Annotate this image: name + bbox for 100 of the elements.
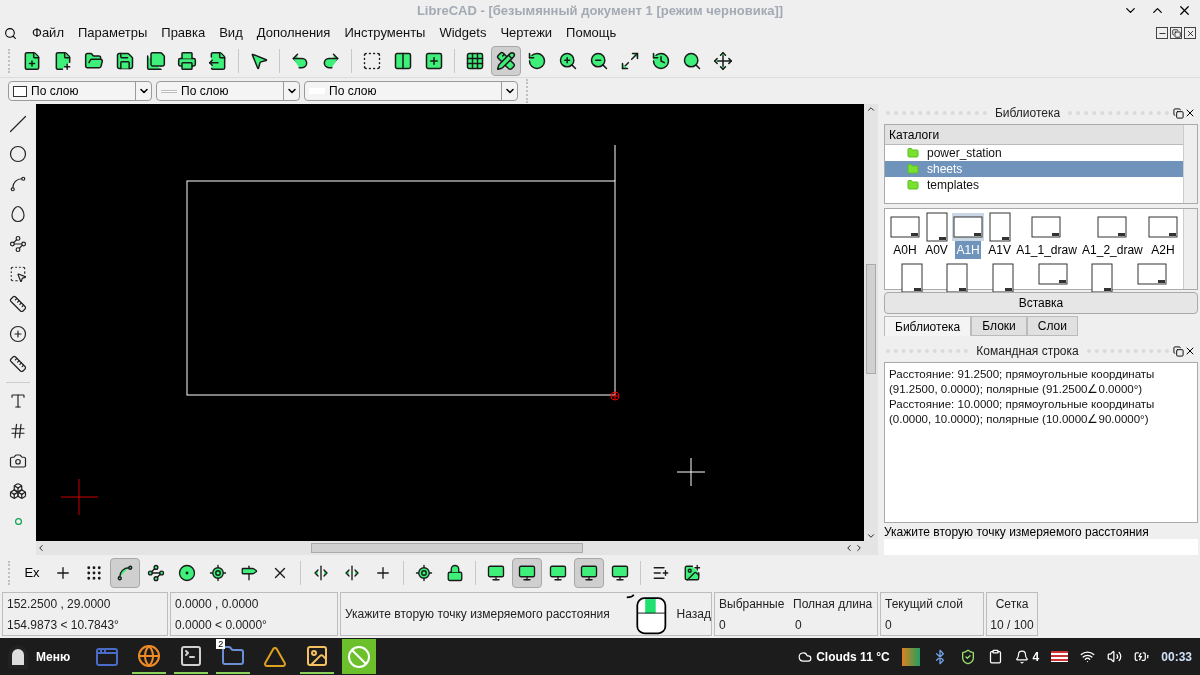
sheet-thumbnail[interactable] [1031, 216, 1062, 238]
shield-check-icon[interactable] [959, 648, 976, 665]
menu-item[interactable]: Файл [25, 23, 71, 43]
insert-button[interactable]: Вставка [884, 292, 1198, 314]
close-icon [1185, 28, 1195, 38]
terminal-icon [179, 643, 204, 668]
file-plus-icon [22, 50, 42, 71]
toolbar-button[interactable] [491, 45, 521, 76]
toolbar-button[interactable] [512, 557, 542, 588]
sheet-item[interactable]: A1_2_draw [1081, 213, 1144, 259]
scroll-left-icon[interactable] [36, 543, 46, 553]
status-text: 152.2500 , 29.0000 [7, 595, 112, 613]
scroll-up-icon[interactable] [866, 104, 876, 114]
wifi-icon[interactable] [1080, 649, 1096, 664]
menu-item[interactable]: Помощь [559, 23, 624, 43]
triangle-icon [263, 644, 288, 669]
pen-combobox[interactable]: По слою [156, 81, 300, 101]
dock-tab[interactable]: Библиотека [884, 316, 972, 336]
document-search-icon[interactable] [4, 26, 17, 40]
dock-tab[interactable]: Слои [1026, 316, 1078, 336]
spline-icon [116, 563, 134, 582]
dock-tab[interactable]: Блоки [971, 316, 1027, 336]
clock[interactable]: 00:33 [1161, 647, 1192, 666]
sheet-item[interactable]: A0H [889, 213, 921, 259]
toolbar-button[interactable] [110, 557, 140, 588]
close-icon[interactable] [1177, 3, 1192, 18]
mdi-button[interactable] [1156, 27, 1168, 39]
colorful-app-icon[interactable] [901, 647, 920, 666]
sheet-thumbnail[interactable] [925, 212, 948, 242]
flag-icon[interactable] [1051, 651, 1069, 662]
sheet-item[interactable]: A0V [924, 213, 949, 259]
float-icon[interactable] [1173, 107, 1184, 119]
taskbar-app[interactable] [342, 639, 377, 674]
menu-item[interactable]: Дополнения [249, 23, 338, 43]
rotate-icon [527, 50, 547, 71]
sheet-thumbnail[interactable] [890, 216, 920, 238]
menu-item[interactable]: Правка [154, 23, 213, 43]
command-log-line: Расстояние: 10.0000; прямоугольные координаты (0.0000, 10.0000); полярные (10.0000∠90.0000°) [889, 397, 1156, 427]
vertical-line-icon [343, 563, 361, 582]
list-scrollbar[interactable] [1183, 209, 1197, 289]
close-icon[interactable] [1184, 345, 1196, 357]
sheet-thumbnail[interactable] [900, 263, 923, 293]
vertical-scrollbar[interactable] [864, 104, 878, 541]
maximize-icon [620, 50, 640, 71]
sheet-item[interactable]: A1V [987, 213, 1012, 259]
search-icon [682, 50, 702, 71]
mdi-button[interactable] [1184, 27, 1196, 39]
circle-plus-icon [9, 325, 27, 343]
menu-item[interactable]: Параметры [70, 23, 155, 43]
image-plus-icon [683, 563, 701, 582]
file-plus-icon [53, 50, 73, 71]
printer-icon [177, 50, 197, 71]
close-icon[interactable] [1184, 107, 1196, 119]
sheet-item[interactable]: A1_1_draw [1015, 213, 1078, 259]
toolbar-button[interactable] [574, 557, 604, 588]
pen-combobox[interactable]: По слою [8, 81, 152, 101]
menu-item[interactable]: Инструменты [337, 23, 433, 43]
menu-label[interactable]: Меню [36, 647, 71, 666]
folder-item[interactable]: templates [885, 177, 1183, 193]
scroll-left-icon[interactable] [844, 543, 854, 553]
sheet-thumbnail[interactable] [988, 212, 1011, 242]
menu-item[interactable]: Вид [212, 23, 250, 43]
horizontal-scrollbar[interactable] [36, 541, 878, 555]
save-icon [115, 50, 135, 71]
sheet-thumbnail[interactable] [1037, 263, 1068, 285]
exclusive-snap-button[interactable]: Ex [17, 557, 47, 588]
status-text: 0 [719, 616, 727, 634]
notification-icon[interactable] [1014, 649, 1029, 664]
pen-combobox[interactable]: По слою [304, 81, 518, 101]
sheet-thumbnail[interactable] [1097, 216, 1128, 238]
sheet-thumbnail[interactable] [1091, 263, 1114, 293]
dock-title: Библиотека [993, 105, 1062, 122]
status-text: Текущий слой [885, 595, 964, 613]
scrollbar-thumb[interactable] [311, 543, 583, 553]
folder-item[interactable]: power_station [885, 145, 1183, 161]
clipboard-icon[interactable] [987, 649, 1003, 664]
taskbar-app[interactable]: 2 [216, 639, 251, 674]
sheet-item[interactable]: A2H [1146, 213, 1179, 259]
folder-icon [907, 179, 919, 191]
folder-icon [907, 147, 919, 159]
sheet-thumbnail[interactable] [946, 263, 969, 293]
status-text: 0 [795, 616, 802, 634]
sheet-thumbnail[interactable] [953, 216, 984, 238]
status-text: Выбранные [719, 595, 786, 613]
sheet-thumbnail[interactable] [1137, 263, 1168, 285]
scroll-right-icon[interactable] [854, 543, 864, 553]
scroll-down-icon[interactable] [866, 531, 876, 541]
scrollbar-thumb[interactable] [866, 264, 876, 374]
command-log-line: Расстояние: 91.2500; прямоугольные координаты (91.2500, 0.0000); полярные (91.2500∠0.0000°) [889, 367, 1156, 397]
mdi-button[interactable] [1170, 27, 1182, 39]
color-swatch [13, 85, 27, 97]
sheet-thumbnail[interactable] [992, 263, 1015, 293]
list-scrollbar[interactable] [1183, 125, 1197, 203]
float-icon[interactable] [1173, 345, 1184, 357]
menu-item[interactable]: Чертежи [493, 23, 560, 43]
weather-label[interactable]: Clouds 11 °C [816, 647, 890, 666]
volume-icon[interactable] [1107, 649, 1123, 664]
menu-item[interactable]: Widgets [432, 23, 494, 43]
sheet-thumbnail[interactable] [1147, 216, 1178, 238]
battery-icon[interactable] [1134, 649, 1150, 664]
